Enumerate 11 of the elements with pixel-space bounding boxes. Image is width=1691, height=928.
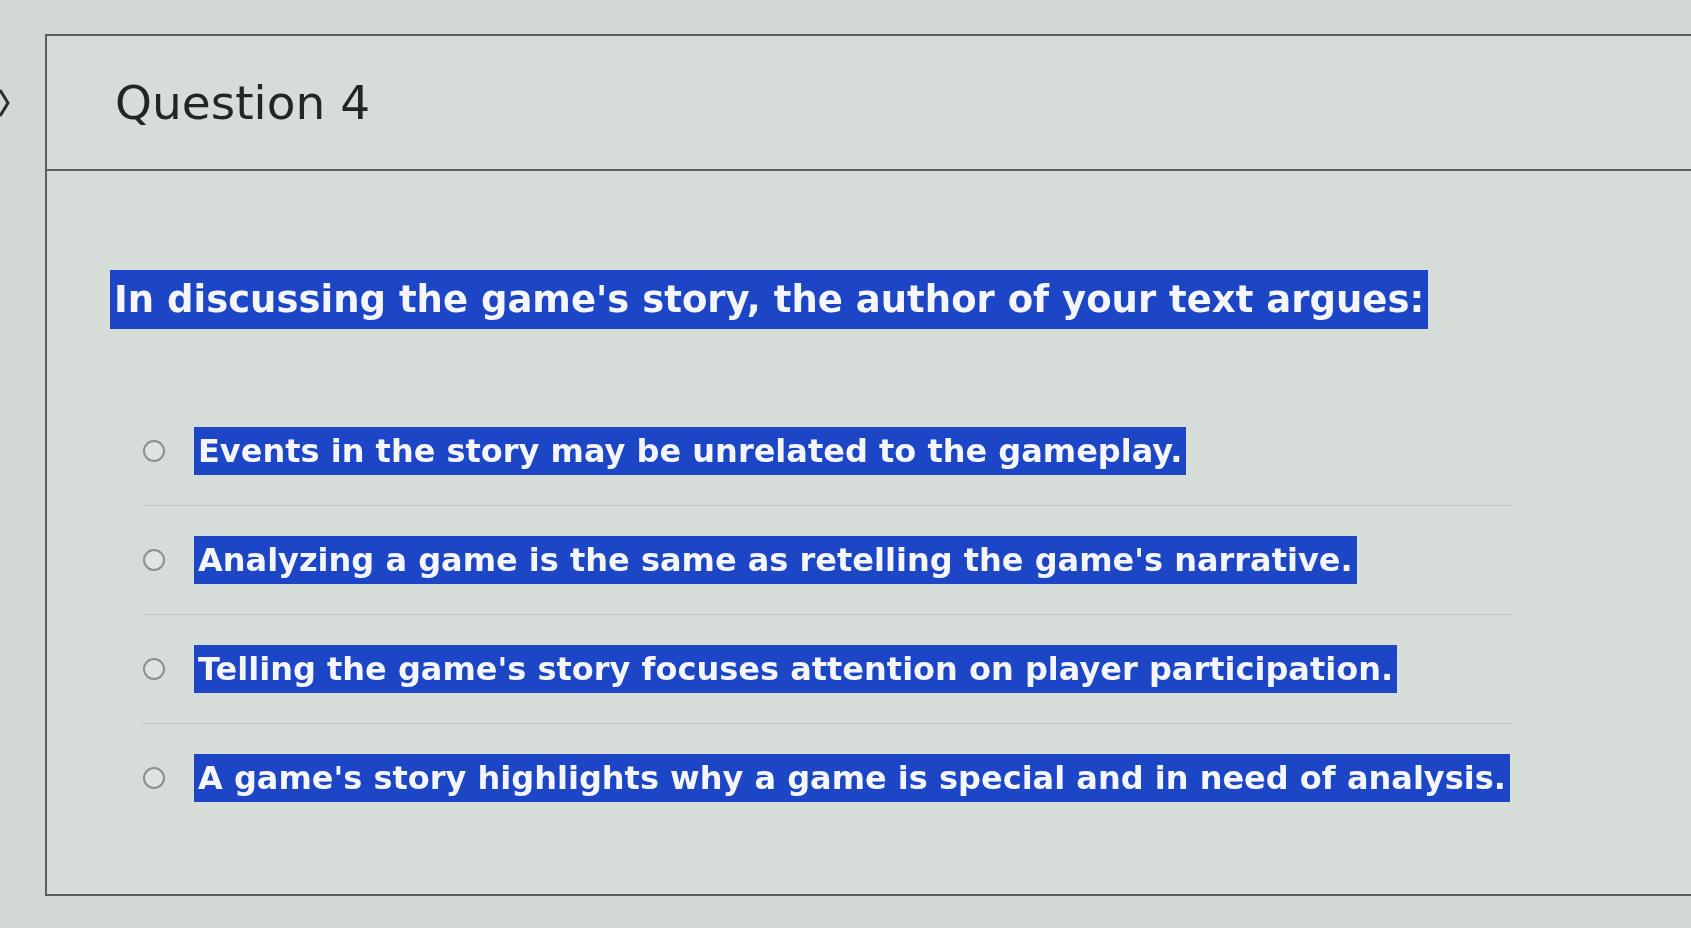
radio-button[interactable]	[143, 549, 165, 571]
option-label[interactable]: Events in the story may be unrelated to the gameplay.	[194, 427, 1187, 475]
chevron-icon[interactable]	[0, 88, 10, 118]
option-label[interactable]: Analyzing a game is the same as retelling the game's narrative.	[194, 536, 1357, 584]
radio-button[interactable]	[143, 440, 165, 462]
option-label[interactable]: Telling the game's story focuses attention on player participation.	[194, 645, 1398, 693]
radio-button[interactable]	[143, 767, 165, 789]
question-title: Question 4	[115, 76, 371, 129]
option-label[interactable]: A game's story highlights why a game is special and in need of analysis.	[194, 754, 1510, 802]
question-prompt: In discussing the game's story, the author of your text argues:	[110, 270, 1429, 329]
radio-button[interactable]	[143, 658, 165, 680]
